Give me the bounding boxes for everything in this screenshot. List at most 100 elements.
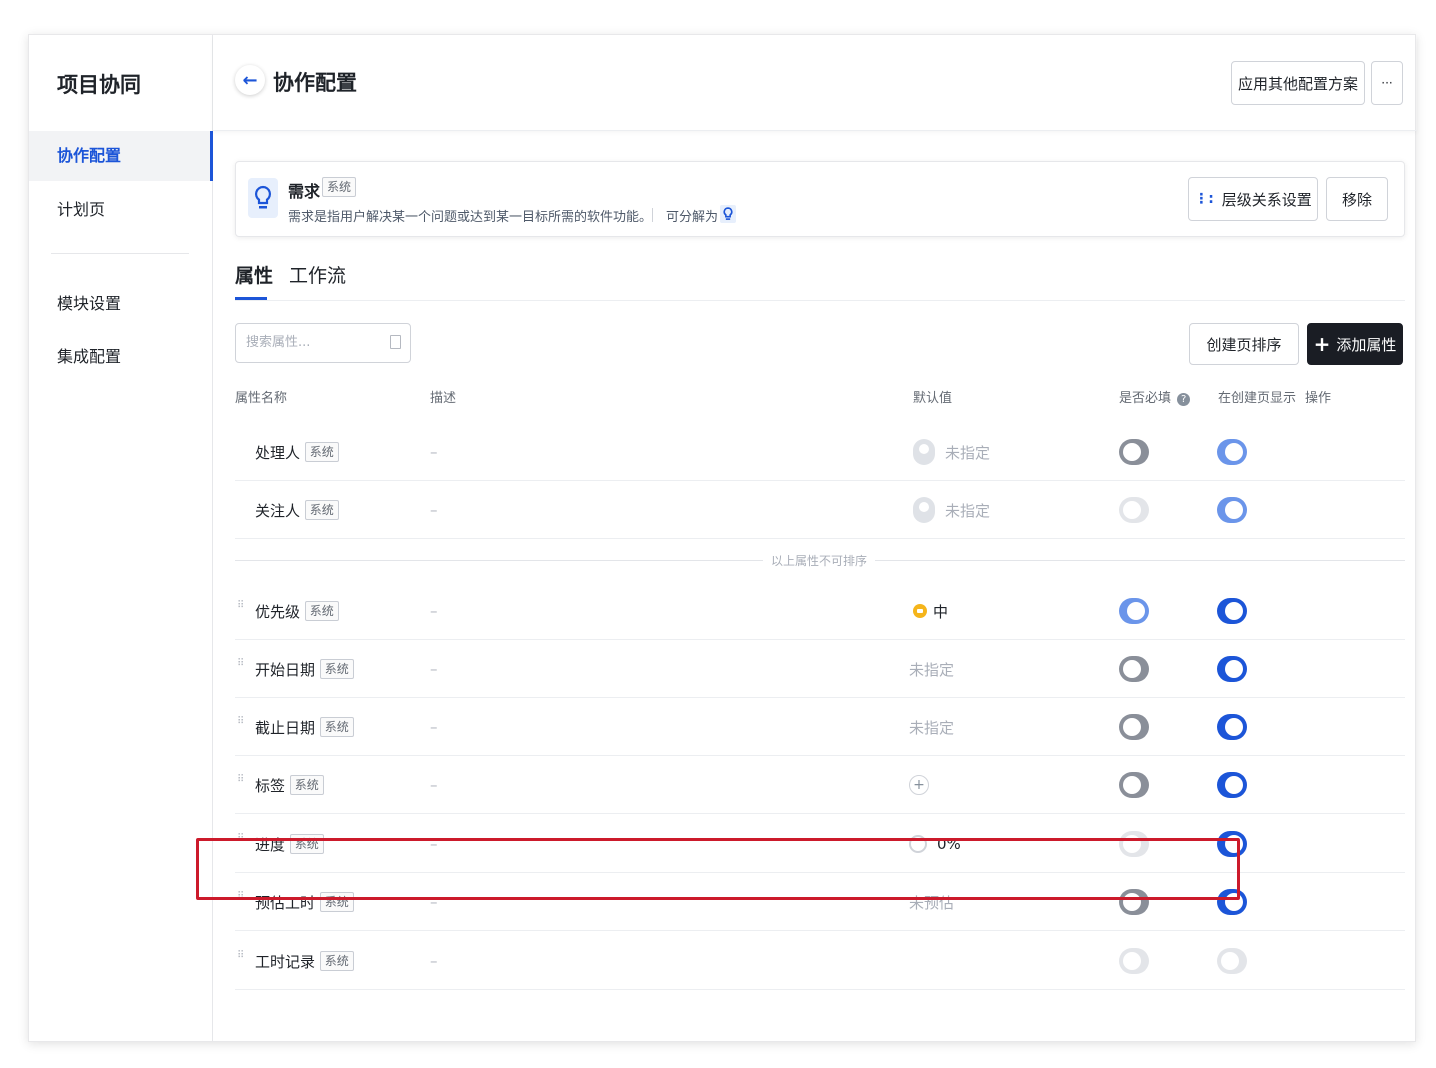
default-value[interactable]: 未指定	[909, 698, 954, 756]
table-row: ⠿ 进度 系统 – 0%	[235, 815, 1405, 873]
column-header-action: 操作	[1305, 391, 1332, 406]
remove-button[interactable]: 移除	[1326, 177, 1388, 221]
attribute-name-text: 关注人	[255, 501, 301, 520]
drag-handle-icon[interactable]: ⠿	[237, 834, 245, 850]
default-value[interactable]: 0%	[909, 815, 961, 873]
system-tag: 系统	[319, 951, 354, 971]
table-row: ⠿ 开始日期 系统 – 未指定	[235, 640, 1405, 698]
default-value[interactable]: 未指定	[909, 640, 954, 698]
required-toggle[interactable]	[1119, 656, 1149, 682]
drag-handle-icon[interactable]: ⠿	[237, 892, 245, 908]
show-on-create-toggle[interactable]	[1217, 656, 1247, 682]
required-toggle[interactable]	[1119, 497, 1149, 523]
column-header-default: 默认值	[913, 391, 953, 406]
attribute-description: –	[430, 776, 438, 794]
attribute-name-text: 标签	[255, 776, 286, 795]
default-value[interactable]: +	[909, 756, 929, 814]
show-on-create-toggle[interactable]	[1217, 598, 1247, 624]
default-value: 未指定	[913, 423, 990, 481]
required-toggle[interactable]	[1119, 948, 1149, 974]
attribute-description: –	[430, 835, 438, 853]
required-toggle[interactable]	[1119, 439, 1149, 465]
apply-scheme-button[interactable]: 应用其他配置方案	[1231, 61, 1365, 105]
lightbulb-icon	[248, 178, 278, 218]
column-header-description: 描述	[430, 391, 457, 406]
table-row: ⠿ 截止日期 系统 – 未指定	[235, 698, 1405, 756]
show-on-create-toggle[interactable]	[1217, 497, 1247, 523]
show-on-create-toggle[interactable]	[1217, 948, 1247, 974]
create-page-sort-button[interactable]: 创建页排序	[1189, 323, 1299, 365]
required-toggle[interactable]	[1119, 714, 1149, 740]
column-header-required: 是否必填 ?	[1119, 387, 1191, 406]
attribute-name: 截止日期 系统	[255, 698, 354, 756]
drag-handle-icon[interactable]: ⠿	[237, 775, 245, 791]
default-value[interactable]: 中	[913, 582, 948, 640]
sidebar-item-collab-config[interactable]: 协作配置	[29, 131, 213, 181]
add-attribute-button[interactable]: + 添加属性	[1307, 323, 1403, 365]
show-on-create-toggle[interactable]	[1217, 772, 1247, 798]
sidebar-item-plan-page[interactable]: 计划页	[29, 185, 213, 235]
show-on-create-toggle[interactable]	[1217, 889, 1247, 915]
system-tag: 系统	[319, 892, 354, 912]
table-row: 关注人 系统 – 未指定	[235, 481, 1405, 539]
required-toggle[interactable]	[1119, 889, 1149, 915]
table-row: 处理人 系统 – 未指定	[235, 423, 1405, 481]
sidebar: 项目协同 协作配置 计划页 模块设置 集成配置	[29, 35, 213, 1041]
add-tag-icon[interactable]: +	[909, 775, 929, 795]
non-sortable-label: 以上属性不可排序	[763, 552, 876, 569]
attribute-description: –	[430, 602, 438, 620]
hierarchy-settings-button[interactable]: ⋮: 层级关系设置	[1188, 177, 1318, 221]
add-attribute-label: 添加属性	[1336, 335, 1397, 354]
attribute-name-text: 工时记录	[255, 952, 316, 971]
system-tag: 系统	[304, 442, 339, 462]
attribute-name: 关注人 系统	[255, 481, 339, 539]
attribute-name: 处理人 系统	[255, 423, 339, 481]
back-arrow-icon[interactable]: ←	[235, 65, 265, 95]
attribute-name: 预估工时 系统	[255, 873, 354, 931]
sidebar-item-integration-config[interactable]: 集成配置	[29, 332, 213, 382]
work-item-type-card: 需求 系统 需求是指用户解决某一个问题或达到某一目标所需的软件功能。 可分解为 …	[235, 161, 1405, 237]
search-box	[235, 323, 411, 363]
sidebar-divider	[51, 253, 189, 254]
table-row: ⠿ 工时记录 系统 –	[235, 932, 1405, 990]
attribute-description: –	[430, 718, 438, 736]
drag-handle-icon[interactable]: ⠿	[237, 659, 245, 675]
tab-workflow[interactable]: 工作流	[289, 261, 346, 288]
attribute-name: 优先级 系统	[255, 582, 339, 640]
sidebar-title: 项目协同	[57, 73, 141, 97]
drag-handle-icon[interactable]: ⠿	[237, 717, 245, 733]
default-value-text: 未指定	[945, 443, 991, 462]
split-into-label: 可分解为	[666, 210, 719, 225]
system-tag: 系统	[289, 834, 324, 854]
system-tag: 系统	[289, 775, 324, 795]
show-on-create-toggle[interactable]	[1217, 714, 1247, 740]
attribute-name: 进度 系统	[255, 815, 324, 873]
required-toggle[interactable]	[1119, 598, 1149, 624]
help-icon[interactable]: ?	[1177, 393, 1191, 406]
required-header-label: 是否必填	[1119, 391, 1172, 406]
hierarchy-icon: ⋮:	[1194, 191, 1214, 207]
required-toggle[interactable]	[1119, 772, 1149, 798]
header: ← 协作配置 应用其他配置方案 ···	[213, 35, 1417, 131]
attribute-description: –	[430, 501, 438, 519]
show-on-create-toggle[interactable]	[1217, 439, 1247, 465]
default-value-text: 未指定	[945, 501, 991, 520]
avatar-placeholder-icon	[913, 439, 935, 465]
show-on-create-toggle[interactable]	[1217, 831, 1247, 857]
more-options-button[interactable]: ···	[1371, 61, 1403, 105]
card-description: 需求是指用户解决某一个问题或达到某一目标所需的软件功能。	[288, 210, 653, 225]
drag-handle-icon[interactable]: ⠿	[237, 601, 245, 617]
tab-attributes[interactable]: 属性	[235, 261, 273, 288]
app-window: 项目协同 协作配置 计划页 模块设置 集成配置 ← 协作配置 应用其他配置方案 …	[28, 34, 1417, 1042]
active-tab-indicator	[235, 297, 267, 300]
required-toggle[interactable]	[1119, 831, 1149, 857]
main-panel: ← 协作配置 应用其他配置方案 ··· 需求 系统 需求是指用户解决某一个问题或…	[213, 35, 1417, 1041]
system-tag: 系统	[304, 500, 339, 520]
sidebar-item-module-settings[interactable]: 模块设置	[29, 279, 213, 329]
attribute-description: –	[430, 660, 438, 678]
column-header-name: 属性名称	[235, 391, 288, 406]
default-value[interactable]: 未预估	[909, 873, 954, 931]
attribute-name-text: 预估工时	[255, 893, 316, 912]
attribute-name-text: 处理人	[255, 443, 301, 462]
drag-handle-icon[interactable]: ⠿	[237, 951, 245, 967]
